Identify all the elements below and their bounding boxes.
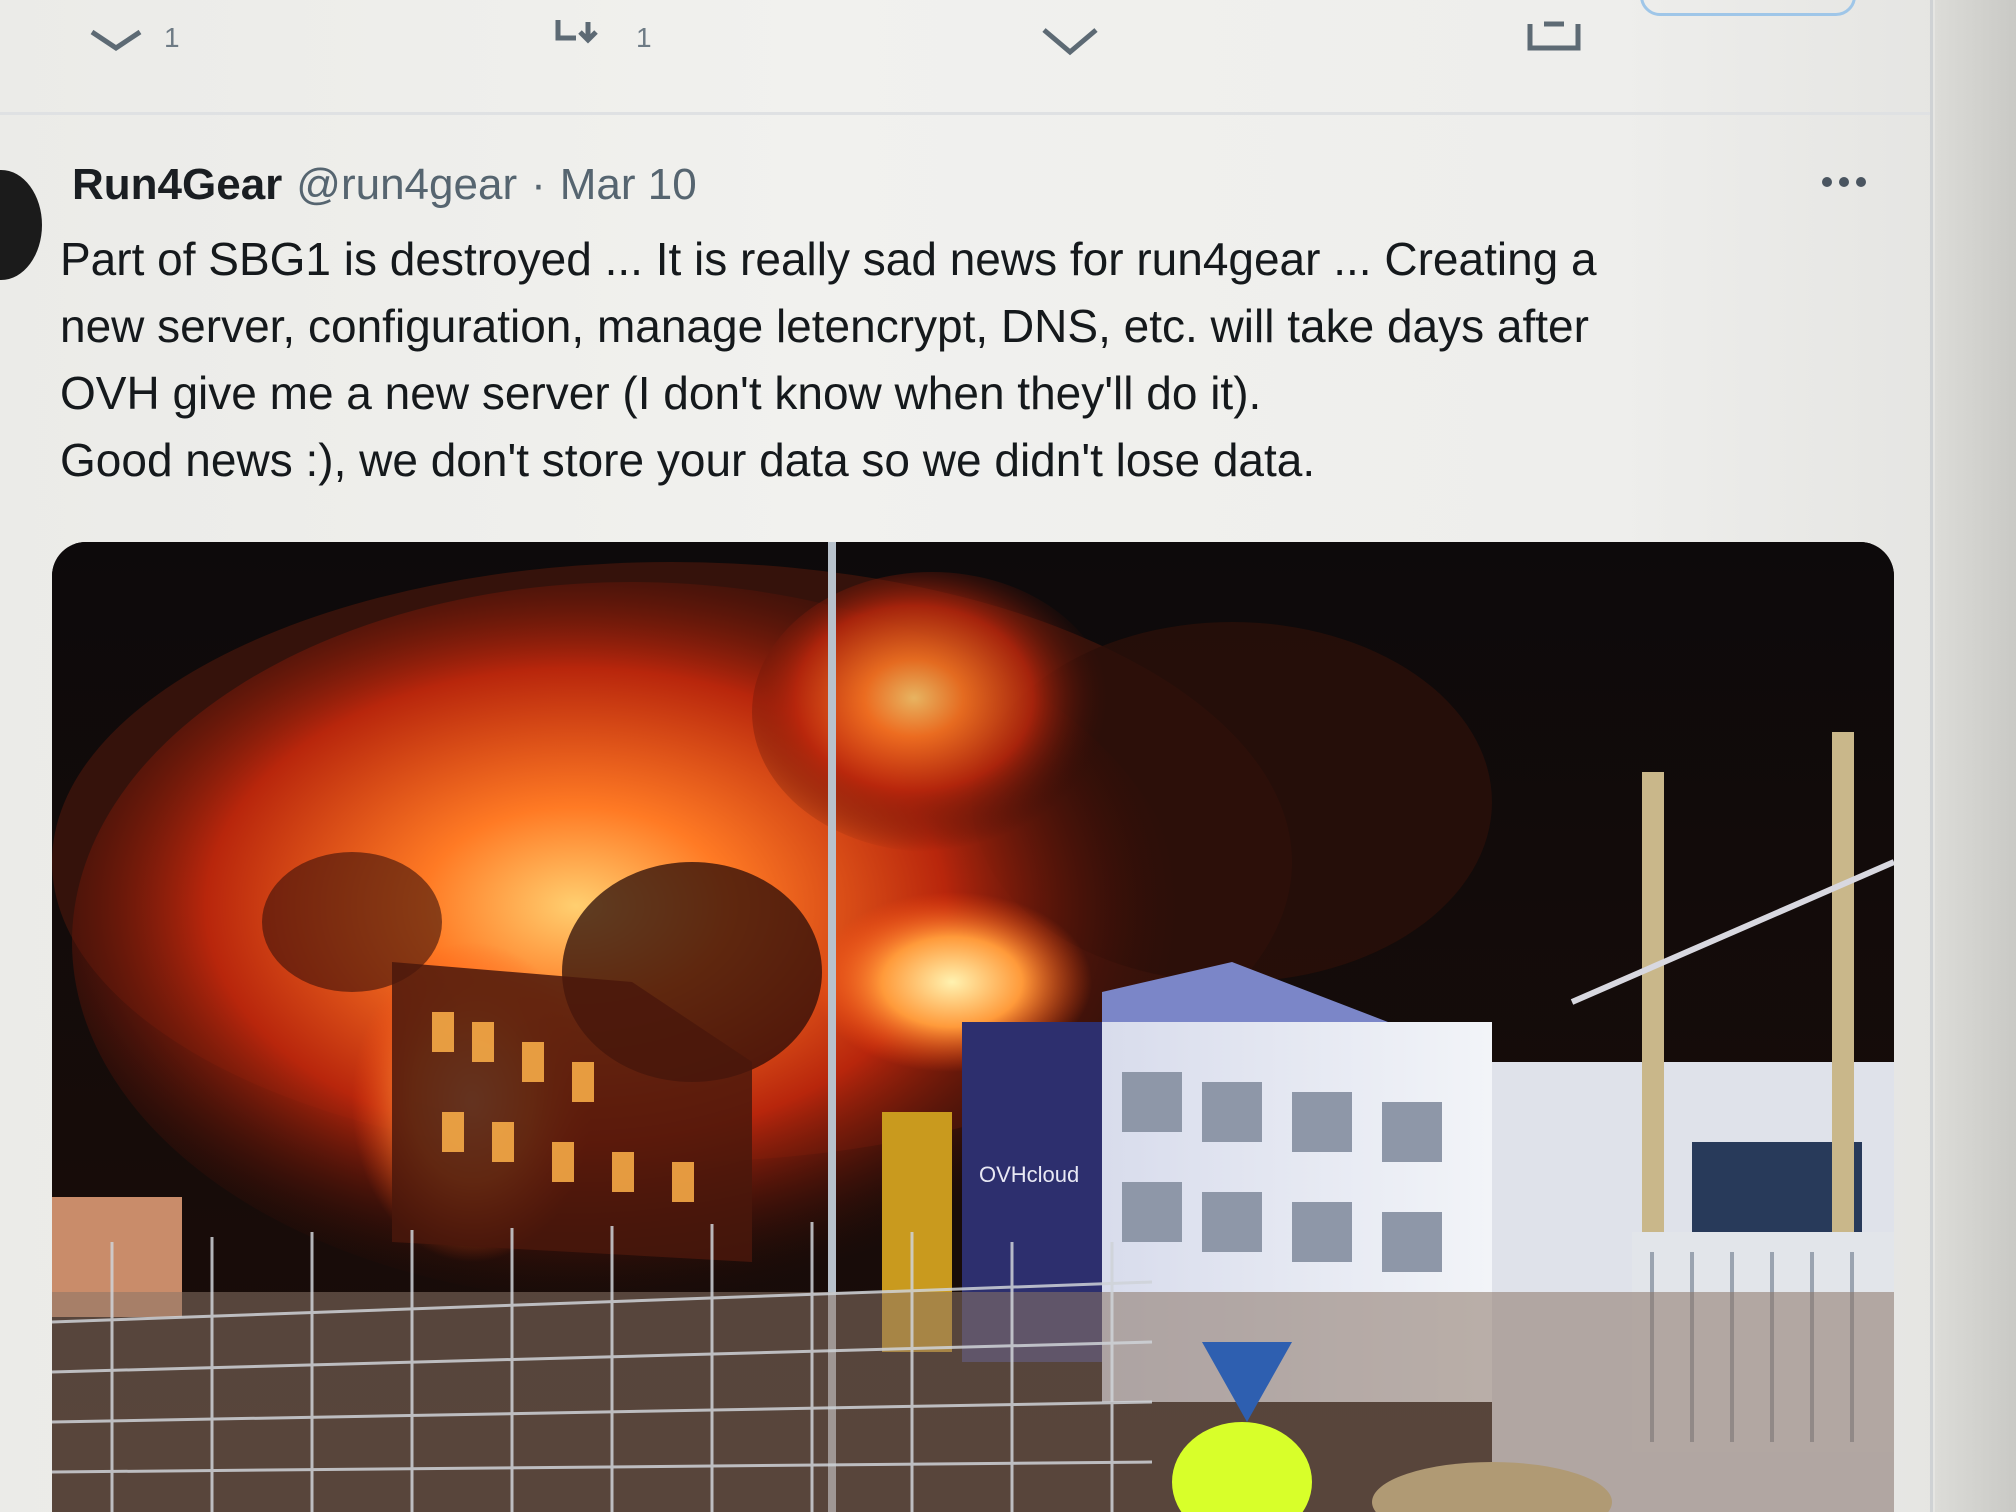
tweet-divider <box>0 112 1930 115</box>
retweet-button[interactable]: 1 <box>552 18 652 58</box>
reply-button[interactable]: 1 <box>88 18 180 58</box>
fire-glow-upper <box>752 572 1112 852</box>
right-gutter <box>1935 0 2016 1512</box>
chimney-right <box>1832 732 1854 1232</box>
header-separator: · <box>531 160 546 209</box>
share-button[interactable] <box>1524 18 1604 58</box>
share-icon <box>1527 21 1581 51</box>
tweet-text: Part of SBG1 is destroyed ... It is real… <box>60 226 1900 494</box>
tweet-text-line: OVH give me a new server (I don't know w… <box>60 367 1262 419</box>
timeline-border <box>1930 0 1933 1512</box>
reply-count: 1 <box>164 22 180 53</box>
reply-icon <box>90 29 142 52</box>
tweet-header: Run4Gear @run4gear · Mar 10 <box>72 160 697 210</box>
tweet-date[interactable]: Mar 10 <box>560 160 697 210</box>
more-dot <box>1839 177 1849 187</box>
fire-photo: OVHcloud <box>52 542 1894 1512</box>
tweet-image[interactable]: OVHcloud <box>52 542 1894 1512</box>
retweet-count: 1 <box>636 22 652 53</box>
more-options-icon[interactable] <box>1822 172 1878 192</box>
like-button[interactable] <box>1040 18 1120 58</box>
retweet-icon <box>555 20 598 44</box>
display-name[interactable]: Run4Gear <box>72 160 282 210</box>
fence-base <box>52 1292 1894 1512</box>
more-dot <box>1856 177 1866 187</box>
tweet-text-line: Part of SBG1 is destroyed ... It is real… <box>60 233 1597 285</box>
ovh-sign: OVHcloud <box>979 1162 1079 1187</box>
previous-tweet-button-edge[interactable] <box>1640 0 1856 16</box>
screen: 1 1 Run4Gear @run4gear · Mar 10 Part of … <box>0 0 2016 1512</box>
tweet-text-line: new server, configuration, manage letenc… <box>60 300 1589 352</box>
chimney-left <box>1642 772 1664 1232</box>
avatar[interactable] <box>0 170 42 280</box>
previous-tweet-action-bar: 1 1 <box>0 0 1930 110</box>
user-handle[interactable]: @run4gear <box>296 160 517 210</box>
like-icon <box>1042 28 1098 56</box>
tweet-text-line: Good news :), we don't store your data s… <box>60 434 1316 486</box>
more-dot <box>1822 177 1832 187</box>
